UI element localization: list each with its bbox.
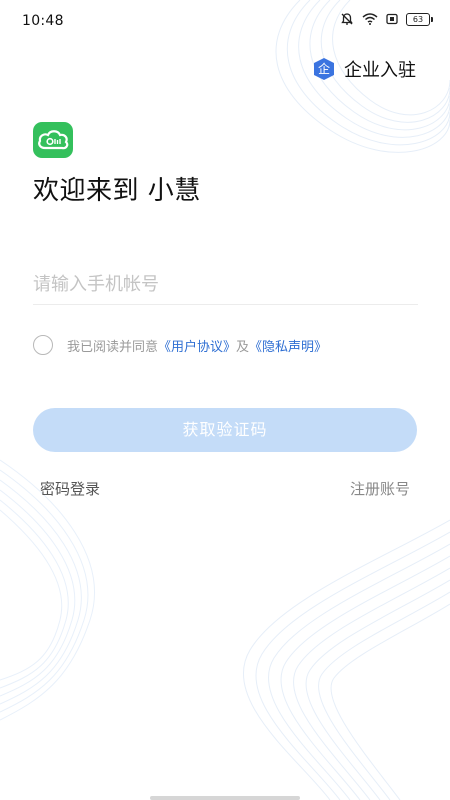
wifi-icon <box>362 13 378 25</box>
welcome-title: 欢迎来到 小慧 <box>33 176 201 206</box>
background-decoration <box>0 0 450 800</box>
mute-bell-icon <box>341 13 353 25</box>
agreement-row: 我已阅读并同意 《用户协议》 及 《隐私声明》 <box>33 335 327 355</box>
get-verification-code-button[interactable]: 获取验证码 <box>33 408 417 452</box>
cloud-logo-icon <box>38 130 69 150</box>
privacy-policy-link[interactable]: 《隐私声明》 <box>249 336 327 355</box>
phone-input[interactable] <box>33 264 418 305</box>
agreement-prefix: 我已阅读并同意 <box>67 339 159 355</box>
enterprise-signup-link[interactable]: 企 企业入驻 <box>312 56 416 82</box>
battery-level: 63 <box>412 14 424 24</box>
enterprise-label: 企业入驻 <box>344 60 416 81</box>
enterprise-badge-text: 企 <box>317 62 330 76</box>
register-account-link[interactable]: 注册账号 <box>350 478 410 499</box>
password-login-link[interactable]: 密码登录 <box>40 478 100 499</box>
agreement-conjunction: 及 <box>236 339 250 355</box>
enterprise-shield-icon: 企 <box>312 57 336 81</box>
home-indicator[interactable] <box>150 796 300 800</box>
battery-icon: 63 <box>406 12 433 26</box>
app-logo <box>33 122 73 158</box>
agreement-checkbox[interactable] <box>33 335 53 355</box>
status-time: 10:48 <box>22 13 64 29</box>
status-bar: 10:48 63 <box>0 0 450 44</box>
user-agreement-link[interactable]: 《用户协议》 <box>158 336 236 355</box>
status-icons: 63 <box>340 12 433 26</box>
sim-card-icon <box>386 13 398 25</box>
